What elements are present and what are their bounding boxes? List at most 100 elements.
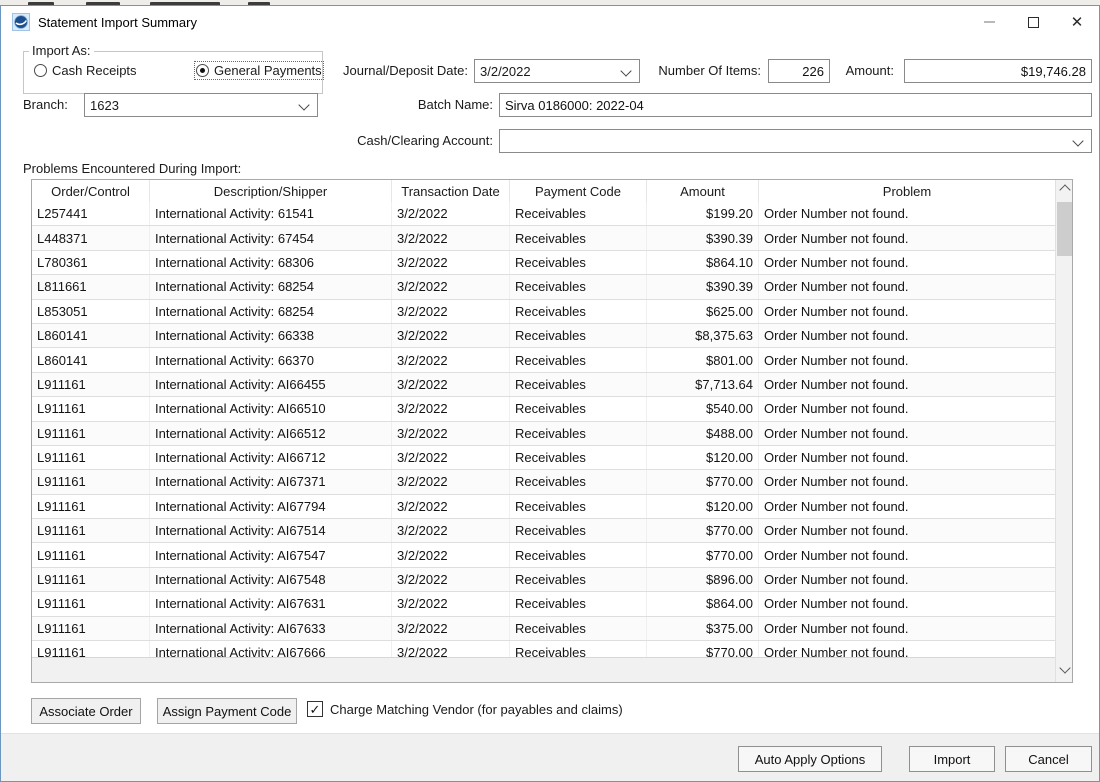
table-cell: L853051 xyxy=(32,300,150,323)
branch-label: Branch: xyxy=(23,97,68,112)
charge-matching-vendor-label: Charge Matching Vendor (for payables and… xyxy=(330,702,623,717)
radio-cash-receipts[interactable]: Cash Receipts xyxy=(34,63,137,78)
table-cell: L911161 xyxy=(32,373,150,396)
scroll-down-button[interactable] xyxy=(1056,661,1073,678)
table-cell: $896.00 xyxy=(647,568,759,591)
branch-combo[interactable]: 1623 xyxy=(84,93,318,117)
table-cell: International Activity: AI67548 xyxy=(150,568,392,591)
table-cell: Receivables xyxy=(510,422,647,445)
table-row[interactable]: L911161International Activity: AI675473/… xyxy=(32,543,1055,567)
problems-rows: L257441International Activity: 615413/2/… xyxy=(32,202,1055,657)
table-cell: Receivables xyxy=(510,397,647,420)
table-row[interactable]: L911161International Activity: AI673713/… xyxy=(32,470,1055,494)
table-row[interactable]: L811661International Activity: 682543/2/… xyxy=(32,275,1055,299)
table-row[interactable]: L911161International Activity: AI667123/… xyxy=(32,446,1055,470)
table-cell: Order Number not found. xyxy=(759,300,1055,323)
column-header-order-control[interactable]: Order/Control xyxy=(32,180,150,202)
radio-label: Cash Receipts xyxy=(52,63,137,78)
table-cell: $770.00 xyxy=(647,519,759,542)
dialog-title: Statement Import Summary xyxy=(38,15,197,30)
table-row[interactable]: L911161International Activity: AI665103/… xyxy=(32,397,1055,421)
radio-icon xyxy=(34,64,47,77)
table-cell: L911161 xyxy=(32,617,150,640)
table-row[interactable]: L911161International Activity: AI664553/… xyxy=(32,373,1055,397)
table-row[interactable]: L853051International Activity: 682543/2/… xyxy=(32,300,1055,324)
table-cell: 3/2/2022 xyxy=(392,470,510,493)
table-cell: 3/2/2022 xyxy=(392,226,510,249)
table-cell: International Activity: AI67371 xyxy=(150,470,392,493)
column-header-problem[interactable]: Problem xyxy=(759,180,1055,202)
assign-payment-code-button[interactable]: Assign Payment Code xyxy=(157,698,297,724)
table-row[interactable]: L911161International Activity: AI676313/… xyxy=(32,592,1055,616)
auto-apply-options-button[interactable]: Auto Apply Options xyxy=(738,746,882,772)
branch-value: 1623 xyxy=(90,98,317,113)
table-cell: Order Number not found. xyxy=(759,251,1055,274)
horizontal-scrollbar[interactable] xyxy=(32,657,1055,682)
table-cell: Receivables xyxy=(510,251,647,274)
table-cell: $540.00 xyxy=(647,397,759,420)
scroll-up-button[interactable] xyxy=(1056,180,1073,197)
column-header-payment-code[interactable]: Payment Code xyxy=(510,180,647,202)
chevron-up-icon xyxy=(1059,184,1070,195)
amount-field[interactable] xyxy=(904,59,1092,83)
import-button[interactable]: Import xyxy=(909,746,995,772)
table-cell: Receivables xyxy=(510,641,647,657)
table-cell: L911161 xyxy=(32,592,150,615)
table-row[interactable]: L911161International Activity: AI665123/… xyxy=(32,422,1055,446)
vertical-scrollbar-thumb[interactable] xyxy=(1057,202,1072,256)
table-row[interactable]: L911161International Activity: AI675483/… xyxy=(32,568,1055,592)
table-cell: International Activity: AI67514 xyxy=(150,519,392,542)
cash-clearing-account-combo[interactable] xyxy=(499,129,1092,153)
batch-name-field[interactable] xyxy=(499,93,1092,117)
table-row[interactable]: L911161International Activity: AI675143/… xyxy=(32,519,1055,543)
table-cell: 3/2/2022 xyxy=(392,422,510,445)
cancel-button[interactable]: Cancel xyxy=(1005,746,1092,772)
journal-deposit-date-combo[interactable]: 3/2/2022 xyxy=(474,59,640,83)
table-cell: International Activity: 66338 xyxy=(150,324,392,347)
maximize-button[interactable] xyxy=(1011,6,1055,38)
checkbox-checked-icon[interactable]: ✓ xyxy=(307,701,323,717)
table-cell: L448371 xyxy=(32,226,150,249)
table-cell: 3/2/2022 xyxy=(392,519,510,542)
table-cell: Receivables xyxy=(510,519,647,542)
minimize-button[interactable] xyxy=(967,6,1011,38)
table-cell: International Activity: 68306 xyxy=(150,251,392,274)
table-row[interactable]: L911161International Activity: AI676663/… xyxy=(32,641,1055,657)
table-cell: Order Number not found. xyxy=(759,641,1055,657)
table-cell: International Activity: 66370 xyxy=(150,348,392,371)
batch-name-label: Batch Name: xyxy=(391,97,493,112)
column-header-transaction-date[interactable]: Transaction Date xyxy=(392,180,510,202)
statement-import-summary-dialog: Statement Import Summary ✕ Import As: Ca… xyxy=(0,5,1100,782)
table-cell: Order Number not found. xyxy=(759,543,1055,566)
table-cell: Receivables xyxy=(510,348,647,371)
table-row[interactable]: L860141International Activity: 663703/2/… xyxy=(32,348,1055,372)
table-cell: 3/2/2022 xyxy=(392,495,510,518)
column-header-amount[interactable]: Amount xyxy=(647,180,759,202)
title-bar: Statement Import Summary ✕ xyxy=(1,6,1099,38)
table-cell: L911161 xyxy=(32,397,150,420)
table-cell: 3/2/2022 xyxy=(392,641,510,657)
charge-matching-vendor-option[interactable]: ✓ Charge Matching Vendor (for payables a… xyxy=(307,701,623,717)
table-cell: International Activity: AI67633 xyxy=(150,617,392,640)
table-row[interactable]: L911161International Activity: AI676333/… xyxy=(32,617,1055,641)
table-cell: 3/2/2022 xyxy=(392,592,510,615)
table-cell: International Activity: AI66512 xyxy=(150,422,392,445)
radio-general-payments[interactable]: General Payments xyxy=(196,63,322,78)
number-of-items-field[interactable] xyxy=(768,59,830,83)
close-button[interactable]: ✕ xyxy=(1055,6,1099,38)
table-row[interactable]: L911161International Activity: AI677943/… xyxy=(32,495,1055,519)
table-cell: L911161 xyxy=(32,519,150,542)
vertical-scrollbar[interactable] xyxy=(1055,180,1072,682)
table-row[interactable]: L780361International Activity: 683063/2/… xyxy=(32,251,1055,275)
table-row[interactable]: L257441International Activity: 615413/2/… xyxy=(32,202,1055,226)
table-cell: $801.00 xyxy=(647,348,759,371)
table-cell: Receivables xyxy=(510,470,647,493)
associate-order-button[interactable]: Associate Order xyxy=(31,698,141,724)
table-cell: International Activity: AI66510 xyxy=(150,397,392,420)
table-cell: International Activity: AI67631 xyxy=(150,592,392,615)
table-row[interactable]: L860141International Activity: 663383/2/… xyxy=(32,324,1055,348)
table-cell: Receivables xyxy=(510,568,647,591)
column-header-description-shipper[interactable]: Description/Shipper xyxy=(150,180,392,202)
table-cell: Order Number not found. xyxy=(759,422,1055,445)
table-row[interactable]: L448371International Activity: 674543/2/… xyxy=(32,226,1055,250)
